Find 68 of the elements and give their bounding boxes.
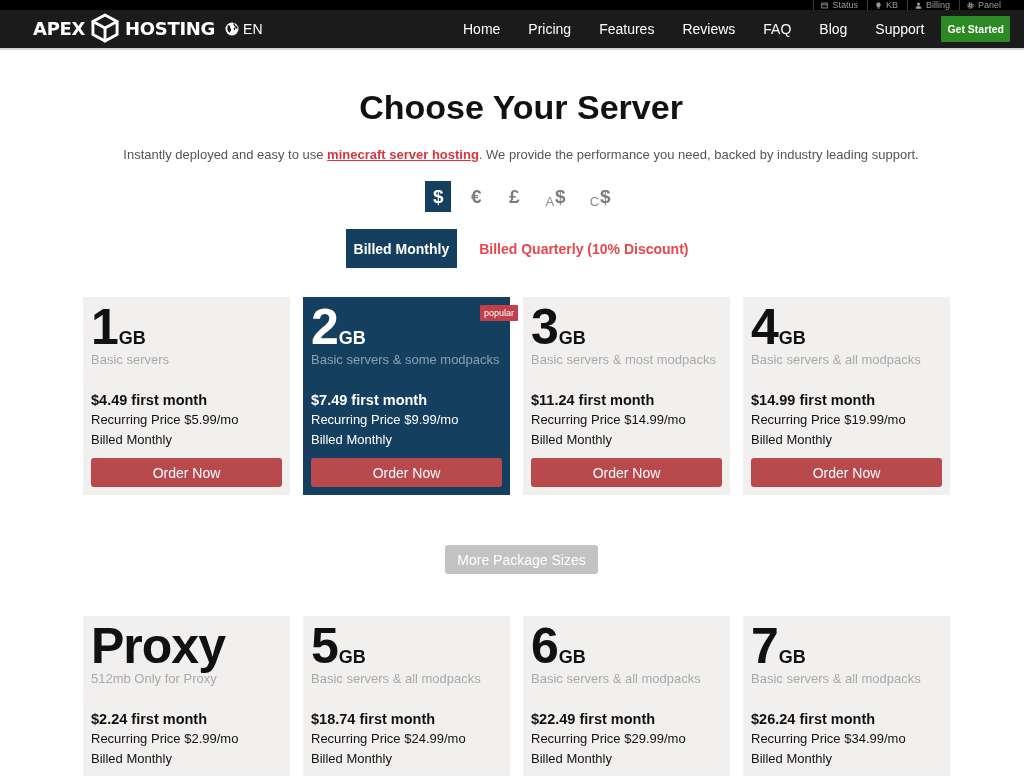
recurring-price: Recurring Price $24.99/mo xyxy=(311,730,466,748)
currency-button[interactable]: £ xyxy=(501,181,528,212)
nav-link[interactable]: Home xyxy=(449,10,515,48)
nav-link[interactable]: Features xyxy=(585,10,669,48)
currency-button[interactable]: $_{A}$$ xyxy=(539,181,572,212)
billing-cycle: Billed Monthly xyxy=(91,431,172,449)
first-month-price: $14.99 first month xyxy=(751,391,876,410)
plan-description: Basic servers & most modpacks xyxy=(531,351,716,369)
nav-link[interactable]: Reviews xyxy=(668,10,750,48)
billing-cycle: Billed Monthly xyxy=(531,750,612,768)
recurring-price: Recurring Price $29.99/mo xyxy=(531,730,686,748)
plan-description: Basic servers & all modpacks xyxy=(751,670,921,688)
first-month-price: $4.49 first month xyxy=(91,391,208,410)
billing-cycle: Billed Monthly xyxy=(751,431,832,449)
plan-description: Basic servers xyxy=(91,351,170,369)
billing-tab[interactable]: Billed Monthly xyxy=(345,229,458,268)
globe-icon xyxy=(225,22,240,36)
plan-description: Basic servers & all modpacks xyxy=(311,670,481,688)
window-icon xyxy=(821,1,829,9)
language-button[interactable]: EN xyxy=(225,21,263,37)
first-month-price: $2.24 first month xyxy=(91,710,208,729)
logo-link[interactable]: APEX HOSTING xyxy=(33,13,216,45)
first-month-price: $22.49 first month xyxy=(531,710,656,729)
page-title: Choose Your Server xyxy=(359,88,683,126)
order-button[interactable]: Order Now xyxy=(311,458,502,487)
nav-link[interactable]: FAQ xyxy=(749,10,806,48)
recurring-price: Recurring Price $9.99/mo xyxy=(311,411,459,429)
first-month-price: $11.24 first month xyxy=(531,391,655,410)
get-started-button[interactable]: Get Started xyxy=(941,16,1010,42)
billing-cycle: Billed Monthly xyxy=(311,750,392,768)
first-month-price: $18.74 first month xyxy=(311,710,436,729)
user-icon xyxy=(914,1,922,9)
billing-cycle: Billed Monthly xyxy=(751,750,832,768)
billing-tab[interactable]: Billed Quarterly (10% Discount) xyxy=(471,229,697,268)
order-button[interactable]: Order Now xyxy=(751,458,942,487)
plan-size: 4GB xyxy=(751,303,806,351)
currency-button[interactable]: € xyxy=(463,181,490,212)
billing-cycle: Billed Monthly xyxy=(91,750,172,768)
plan-description: Basic servers & some modpacks xyxy=(311,351,500,369)
order-button[interactable]: Order Now xyxy=(531,458,722,487)
recurring-price: Recurring Price $34.99/mo xyxy=(751,730,906,748)
lightbulb-icon xyxy=(874,1,882,9)
plan-size: 6GB xyxy=(531,622,586,670)
plan-size: 2GB xyxy=(311,303,366,351)
plan-description: Basic servers & all modpacks xyxy=(531,670,701,688)
recurring-price: Recurring Price $2.99/mo xyxy=(91,730,239,748)
first-month-price: $7.49 first month xyxy=(311,391,428,410)
recurring-price: Recurring Price $19.99/mo xyxy=(751,411,906,429)
hosting-link[interactable]: minecraft server hosting xyxy=(327,147,479,162)
plan-size: 7GB xyxy=(751,622,806,670)
billing-cycle: Billed Monthly xyxy=(311,431,392,449)
nav-link[interactable]: Pricing xyxy=(514,10,586,48)
nav-link[interactable]: Support xyxy=(861,10,939,48)
plan-size: 1GB xyxy=(91,303,146,351)
first-month-price: $26.24 first month xyxy=(751,710,876,729)
nav-link[interactable]: Blog xyxy=(805,10,862,48)
currency-button[interactable]: $ xyxy=(425,181,452,212)
intro-text: Instantly deployed and easy to use minecraft server hosting. We provide the performance you need, backed by industry leading support. xyxy=(123,146,919,164)
recurring-price: Recurring Price $5.99/mo xyxy=(91,411,239,429)
billing-cycle: Billed Monthly xyxy=(531,431,612,449)
cube-icon xyxy=(91,12,120,43)
currency-button[interactable]: $_{C}$$ xyxy=(583,181,617,212)
plan-size: 3GB xyxy=(531,303,586,351)
plan-size: 5GB xyxy=(311,622,366,670)
plan-description: Basic servers & all modpacks xyxy=(751,351,921,369)
recurring-price: Recurring Price $14.99/mo xyxy=(531,411,686,429)
popular-badge: popular xyxy=(479,305,518,321)
order-button[interactable]: Order Now xyxy=(91,458,282,487)
